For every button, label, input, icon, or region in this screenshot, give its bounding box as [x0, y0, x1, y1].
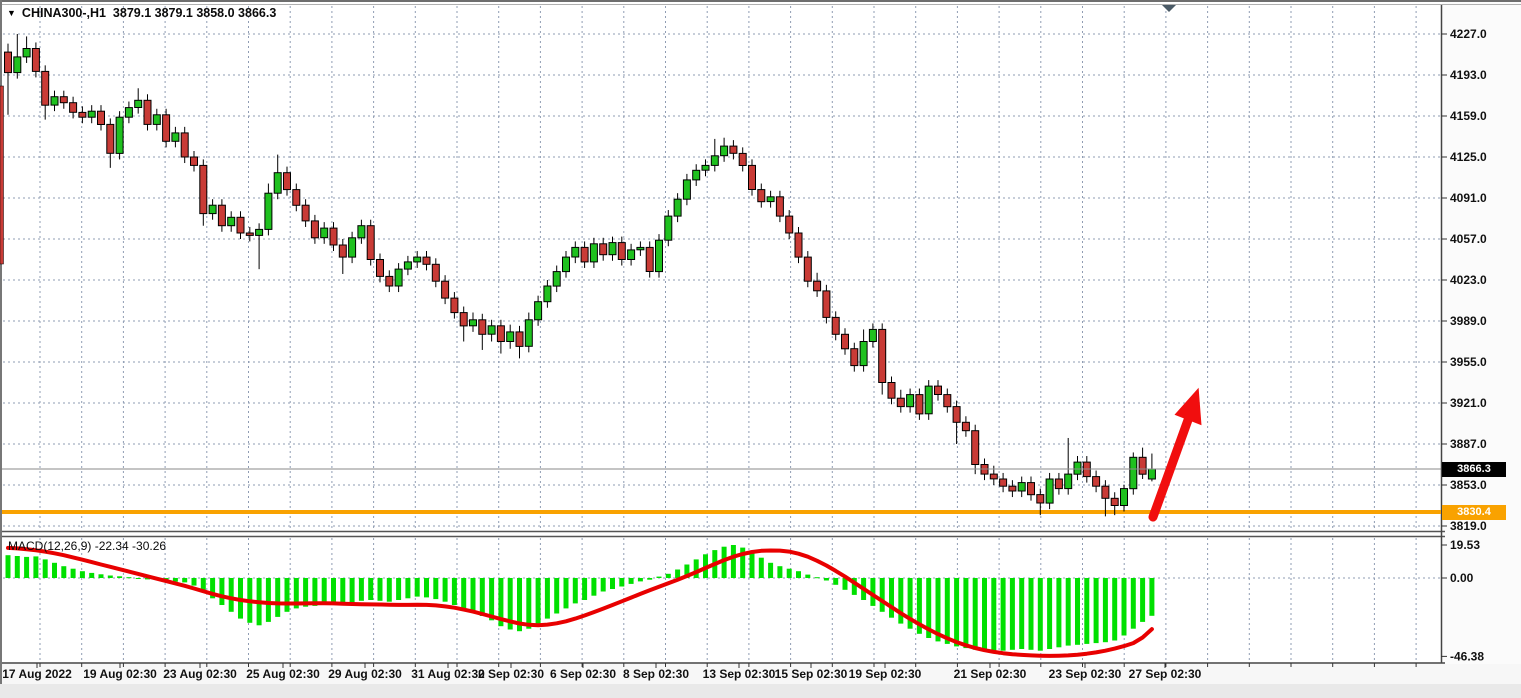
mt4-chart-window: 4227.04193.04159.04125.04091.04057.04023… [0, 0, 1521, 698]
price-axis[interactable] [1441, 0, 1521, 663]
macd-indicator-label: MACD(12,26,9) -22.34 -30.26 [8, 539, 166, 553]
symbol-dropdown-icon[interactable]: ▼ [7, 9, 16, 18]
chart-title: ▼ CHINA300-,H1 3879.1 3879.1 3858.0 3866… [7, 6, 276, 20]
support-price-badge: 3830.4 [1442, 505, 1506, 520]
chart-title-text: CHINA300-,H1 3879.1 3879.1 3858.0 3866.3 [22, 6, 276, 20]
time-axis[interactable] [0, 663, 1441, 684]
clipped-candle [0, 86, 4, 264]
candlestick-chart[interactable]: 4227.04193.04159.04125.04091.04057.04023… [0, 0, 1521, 698]
last-price-badge: 3866.3 [1442, 462, 1506, 477]
